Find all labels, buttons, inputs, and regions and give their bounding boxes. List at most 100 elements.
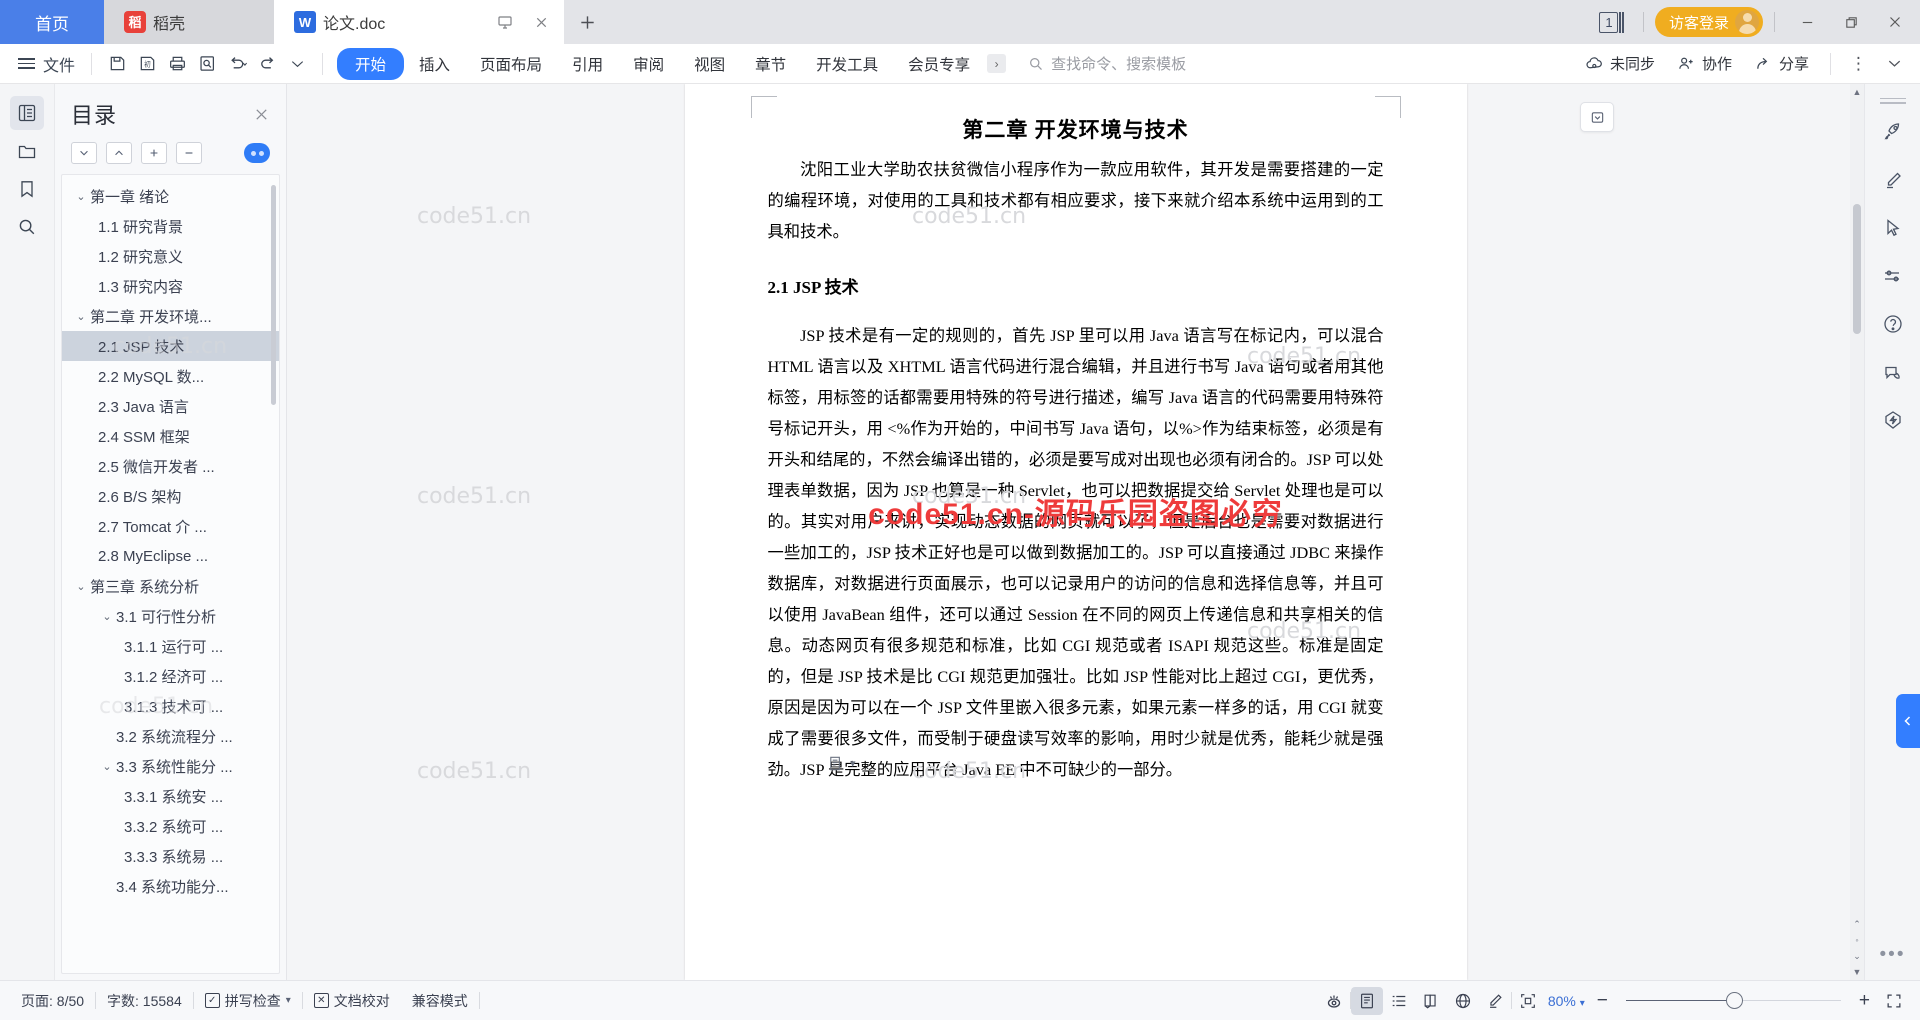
toc-expand-all-icon[interactable]: [141, 142, 167, 164]
outline-view-icon[interactable]: [1383, 987, 1415, 1015]
document-scrollbar[interactable]: ▲ ⌃ ◦ ⌄ ▼: [1850, 84, 1864, 980]
command-search[interactable]: 查找命令、搜索模板: [1028, 53, 1186, 74]
toc-item-3-1[interactable]: ⌄ 3.1 可行性分析: [62, 601, 279, 631]
document-tab[interactable]: W 论文.doc: [274, 0, 564, 44]
sidebar-item-toc[interactable]: [10, 96, 44, 130]
tab-insert[interactable]: 插入: [404, 48, 465, 80]
sliders-icon[interactable]: [1876, 259, 1910, 293]
next-page-icon[interactable]: ⌄: [1853, 948, 1861, 964]
maximize-button[interactable]: [1830, 0, 1872, 44]
collaborate-button[interactable]: 协作: [1666, 53, 1743, 74]
fit-page-icon[interactable]: [1512, 987, 1544, 1015]
page-indicator[interactable]: 页面: 8/50: [10, 991, 95, 1011]
paste-options-icon[interactable]: ▾: [827, 754, 856, 773]
redo-icon[interactable]: [252, 49, 282, 79]
chevron-down-icon[interactable]: ⌄: [72, 580, 90, 593]
tab-close-icon[interactable]: [527, 15, 556, 30]
toc-item-3-3-2[interactable]: 3.3.2 系统可 ...: [62, 811, 279, 841]
toc-item-2-4[interactable]: 2.4 SSM 框架: [62, 421, 279, 451]
toc-item-chapter3[interactable]: ⌄ 第三章 系统分析: [62, 571, 279, 601]
save-as-icon[interactable]: 初: [132, 49, 162, 79]
page-select-icon[interactable]: ◦: [1855, 932, 1858, 948]
zoom-in-button[interactable]: +: [1851, 990, 1878, 1012]
ribbon-tabs-overflow-icon[interactable]: ›: [987, 54, 1007, 73]
zoom-level[interactable]: 80% ▾: [1544, 993, 1589, 1009]
tab-references[interactable]: 引用: [557, 48, 618, 80]
toc-item-2-8[interactable]: 2.8 MyEclipse ...: [62, 541, 279, 571]
toc-item-2-3[interactable]: 2.3 Java 语言: [62, 391, 279, 421]
tab-page-layout[interactable]: 页面布局: [465, 48, 557, 80]
prev-page-icon[interactable]: ⌃: [1853, 916, 1861, 932]
toc-next-heading-icon[interactable]: [71, 142, 97, 164]
tab-review[interactable]: 审阅: [618, 48, 679, 80]
docker-tab[interactable]: 稻 稻壳: [104, 0, 274, 44]
sidebar-item-folder[interactable]: [10, 134, 44, 168]
print-icon[interactable]: [162, 49, 192, 79]
sidebar-item-bookmark[interactable]: [10, 172, 44, 206]
document-page[interactable]: 第二章 开发环境与技术 沈阳工业大学助农扶贫微信小程序作为一款应用软件，其开发是…: [684, 84, 1467, 980]
brush-icon[interactable]: [1876, 163, 1910, 197]
present-screen-icon[interactable]: [490, 14, 520, 30]
toc-item-3-3[interactable]: ⌄ 3.3 系统性能分 ...: [62, 751, 279, 781]
toc-item-1-3[interactable]: 1.3 研究内容: [62, 271, 279, 301]
close-button[interactable]: [1874, 0, 1916, 44]
tab-start[interactable]: 开始: [337, 47, 405, 80]
toc-item-3-4[interactable]: ⌄3.4 系统功能分...: [62, 871, 279, 901]
home-tab[interactable]: 首页: [0, 0, 104, 44]
toc-collapse-all-icon[interactable]: [176, 142, 202, 164]
toc-item-3-1-2[interactable]: 3.1.2 经济可 ...: [62, 661, 279, 691]
toc-eye-toggle[interactable]: [244, 143, 270, 163]
document-canvas[interactable]: 第二章 开发环境与技术 沈阳工业大学助农扶贫微信小程序作为一款应用软件，其开发是…: [287, 84, 1864, 980]
chevron-down-icon[interactable]: ⌄: [72, 190, 90, 203]
scrollbar-thumb[interactable]: [1853, 204, 1861, 334]
sidebar-item-search[interactable]: [10, 210, 44, 244]
toc-close-icon[interactable]: [253, 106, 270, 123]
word-count[interactable]: 字数: 15584: [96, 991, 193, 1011]
chevron-down-icon[interactable]: [1877, 55, 1912, 72]
undo-icon[interactable]: [222, 49, 252, 79]
toc-item-3-3-3[interactable]: 3.3.3 系统易 ...: [62, 841, 279, 871]
sync-status-button[interactable]: 未同步: [1574, 53, 1666, 74]
chevron-down-icon[interactable]: ⌄: [72, 310, 90, 323]
focus-eye-icon[interactable]: [1318, 987, 1350, 1015]
toc-item-chapter1[interactable]: ⌄ 第一章 绪论: [62, 181, 279, 211]
scroll-down-icon[interactable]: ▼: [1853, 964, 1862, 980]
slider-knob[interactable]: [1725, 992, 1743, 1009]
print-preview-icon[interactable]: [192, 49, 222, 79]
rail-drag-handle[interactable]: [1879, 98, 1906, 104]
chevron-down-icon[interactable]: ▾: [286, 995, 291, 1006]
toc-item-chapter2[interactable]: ⌄ 第二章 开发环境...: [62, 301, 279, 331]
toc-item-2-1[interactable]: 2.1 JSP 技术: [62, 331, 279, 361]
tab-view[interactable]: 视图: [679, 48, 740, 80]
fullscreen-icon[interactable]: [1878, 987, 1910, 1015]
help-icon[interactable]: [1876, 307, 1910, 341]
toc-item-2-6[interactable]: 2.6 B/S 架构: [62, 481, 279, 511]
toc-item-3-1-3[interactable]: 3.1.3 技术可 ...: [62, 691, 279, 721]
tab-dev-tools[interactable]: 开发工具: [801, 48, 893, 80]
toc-item-3-2[interactable]: ⌄3.2 系统流程分 ...: [62, 721, 279, 751]
proofread-button[interactable]: ✕ 文档校对: [303, 991, 401, 1011]
page-view-icon[interactable]: [1350, 986, 1383, 1015]
tab-count-button[interactable]: 1: [1591, 11, 1632, 33]
toc-item-3-3-1[interactable]: 3.3.1 系统安 ...: [62, 781, 279, 811]
more-vertical-icon[interactable]: ⋮: [1841, 54, 1877, 74]
toc-scrollbar-thumb[interactable]: [271, 185, 276, 405]
chevron-down-icon[interactable]: ▾: [850, 757, 856, 770]
compatibility-mode[interactable]: 兼容模式: [401, 991, 479, 1011]
toc-item-2-7[interactable]: 2.7 Tomcat 介 ...: [62, 511, 279, 541]
zoom-slider[interactable]: [1625, 992, 1841, 1009]
toc-item-1-2[interactable]: 1.2 研究意义: [62, 241, 279, 271]
toc-item-1-1[interactable]: 1.1 研究背景: [62, 211, 279, 241]
customize-quickaccess-icon[interactable]: [282, 49, 312, 79]
guest-login-button[interactable]: 访客登录: [1654, 7, 1763, 37]
lightning-icon[interactable]: [1876, 403, 1910, 437]
file-menu-button[interactable]: 文件: [12, 52, 81, 76]
scroll-up-icon[interactable]: ▲: [1853, 84, 1862, 100]
web-view-icon[interactable]: [1447, 987, 1479, 1015]
edit-pen-icon[interactable]: [1479, 987, 1511, 1015]
tab-member-exclusive[interactable]: 会员专享: [893, 48, 985, 80]
toc-item-2-2[interactable]: 2.2 MySQL 数...: [62, 361, 279, 391]
minimize-button[interactable]: [1786, 0, 1828, 44]
new-tab-button[interactable]: [564, 0, 610, 44]
toc-item-2-5[interactable]: 2.5 微信开发者 ...: [62, 451, 279, 481]
